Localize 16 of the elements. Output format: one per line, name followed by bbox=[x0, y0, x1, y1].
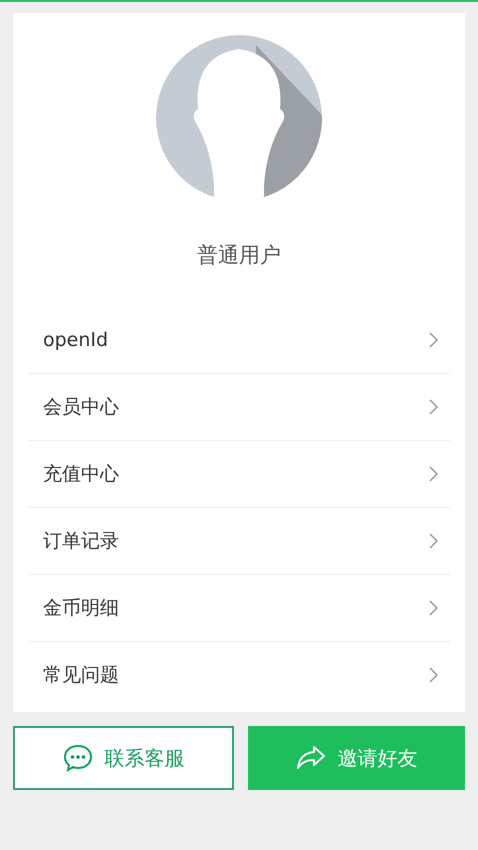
share-arrow-icon bbox=[296, 745, 326, 771]
chevron-icon bbox=[429, 600, 438, 616]
chevron-icon bbox=[429, 466, 438, 482]
avatar-icon bbox=[156, 35, 322, 201]
chevron-icon bbox=[429, 332, 438, 348]
chat-bubble-icon bbox=[62, 744, 92, 772]
user-name: 普通用户 bbox=[197, 242, 281, 269]
menu-item[interactable]: 常见问题 bbox=[28, 642, 450, 708]
menu-item[interactable]: 充值中心 bbox=[28, 441, 450, 508]
chevron-icon bbox=[429, 399, 438, 415]
chevron-icon bbox=[429, 533, 438, 549]
menu-item[interactable]: 订单记录 bbox=[28, 508, 450, 575]
menu-item[interactable]: 金币明细 bbox=[28, 575, 450, 642]
menu-item[interactable]: 会员中心 bbox=[28, 374, 450, 441]
menu-item[interactable]: openId bbox=[28, 307, 450, 374]
chevron-icon bbox=[429, 667, 438, 683]
